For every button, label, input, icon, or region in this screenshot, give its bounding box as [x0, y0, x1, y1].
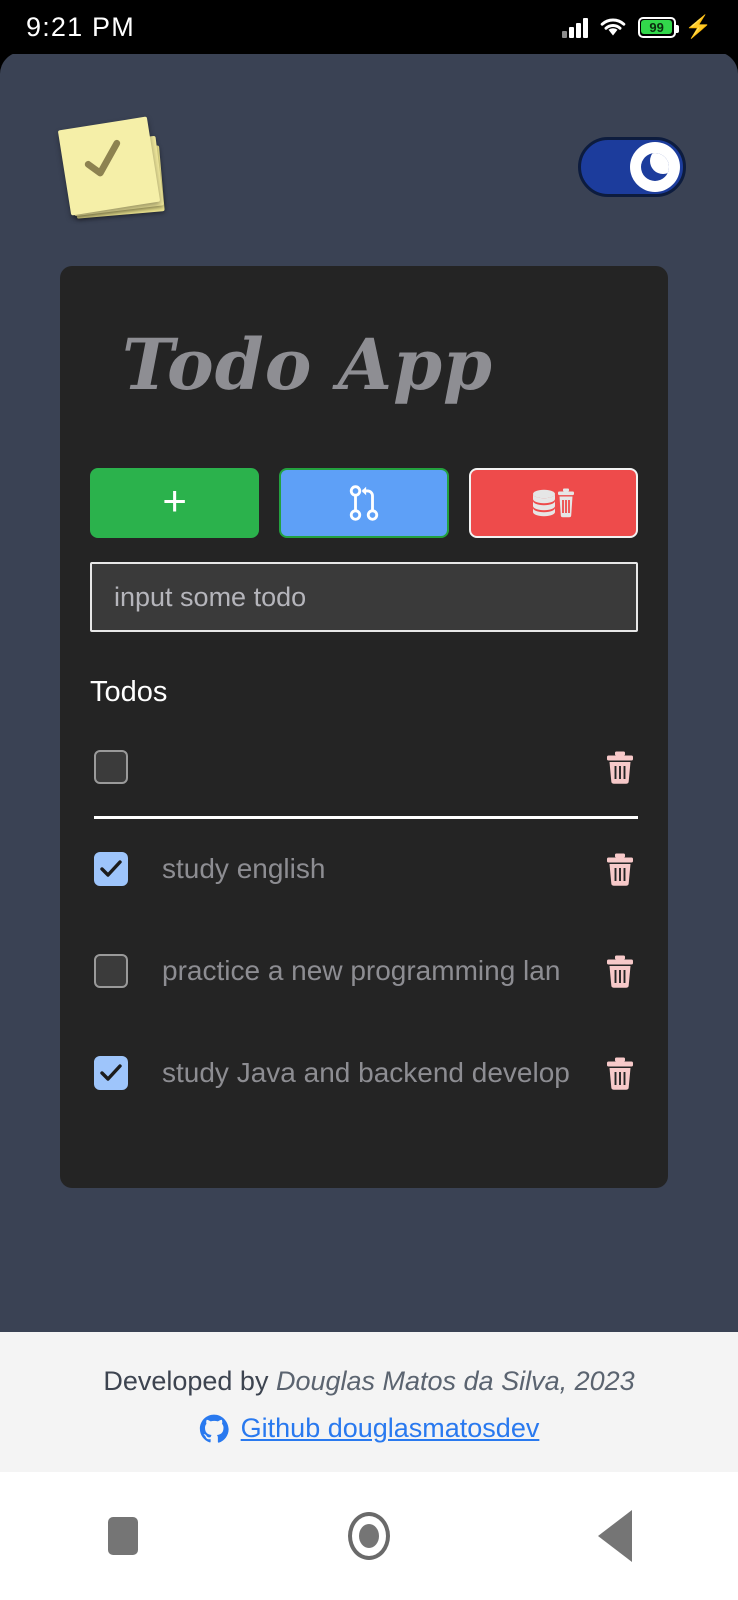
github-icon: [199, 1414, 229, 1443]
todo-row[interactable]: study english: [94, 833, 638, 905]
add-todo-button[interactable]: +: [90, 468, 260, 538]
moon-icon: [641, 153, 669, 181]
developer-credit: Developed by Douglas Matos da Silva, 202…: [0, 1366, 738, 1397]
status-bar-clock: 9:21 PM: [26, 11, 135, 42]
todo-checkbox[interactable]: [94, 852, 128, 886]
sync-button[interactable]: [279, 468, 449, 538]
database-trash-icon: [533, 488, 575, 518]
todo-checkbox[interactable]: [94, 1056, 128, 1090]
delete-todo-button[interactable]: [602, 1053, 638, 1093]
todos-heading: Todos: [90, 676, 168, 708]
dark-mode-toggle[interactable]: [578, 137, 686, 197]
trash-icon: [607, 955, 633, 988]
check-icon: [100, 1064, 122, 1081]
trash-icon: [607, 751, 633, 784]
author-name: Douglas Matos da Silva, 2023: [275, 1366, 635, 1396]
todo-checkbox[interactable]: [94, 750, 128, 784]
footer: Developed by Douglas Matos da Silva, 202…: [0, 1332, 738, 1472]
recents-square-icon: [108, 1517, 138, 1555]
app-header: [0, 102, 738, 232]
delete-todo-button[interactable]: [602, 951, 638, 991]
android-nav-bar: [0, 1472, 738, 1600]
app-surface: Todo App + input some todo Todos study e…: [0, 52, 738, 1332]
git-pull-request-icon: [349, 485, 379, 521]
home-circle-icon: [348, 1512, 390, 1560]
home-button[interactable]: [309, 1501, 429, 1571]
todo-label: study english: [162, 853, 326, 884]
trash-icon: [607, 853, 633, 886]
wifi-icon: [600, 18, 625, 36]
status-bar-icons: 99 ⚡: [562, 16, 712, 38]
todo-row[interactable]: [94, 731, 638, 819]
battery-level: 99: [649, 19, 664, 35]
developed-by-label: Developed by: [103, 1366, 276, 1396]
battery-icon: 99: [637, 16, 679, 38]
charging-bolt-icon: ⚡: [684, 14, 712, 39]
clear-database-button[interactable]: [468, 468, 638, 538]
trash-icon: [607, 1057, 633, 1090]
recents-button[interactable]: [63, 1501, 183, 1571]
page-title: Todo App: [122, 323, 493, 406]
todo-row[interactable]: practice a new programming lan: [94, 935, 638, 1007]
todo-checkbox[interactable]: [94, 954, 128, 988]
status-bar: 9:21 PM 99 ⚡: [0, 0, 738, 54]
phone-screen: 9:21 PM 99 ⚡ Todo App + input some todo …: [0, 0, 738, 1600]
delete-todo-button[interactable]: [602, 849, 638, 889]
delete-todo-button[interactable]: [602, 747, 638, 787]
todo-list: study english practice a new programming…: [90, 731, 638, 1109]
back-button[interactable]: [555, 1501, 675, 1571]
todo-input[interactable]: [90, 562, 638, 632]
github-row: Github douglasmatosdev: [0, 1413, 738, 1444]
check-icon: [100, 860, 122, 877]
todo-card: Todo App + input some todo Todos study e…: [60, 266, 668, 1188]
todo-label: practice a new programming lan: [162, 955, 561, 986]
github-link[interactable]: Github douglasmatosdev: [241, 1413, 540, 1444]
action-button-row: +: [90, 468, 638, 538]
check-icon: [84, 139, 121, 176]
signal-icon: [562, 16, 588, 38]
todo-label: study Java and backend develop: [162, 1057, 570, 1088]
back-triangle-icon: [598, 1510, 632, 1562]
plus-icon: +: [162, 477, 187, 524]
todo-row[interactable]: study Java and backend develop: [94, 1037, 638, 1109]
toggle-knob: [630, 142, 680, 192]
sticky-note-check-logo: [57, 115, 168, 220]
